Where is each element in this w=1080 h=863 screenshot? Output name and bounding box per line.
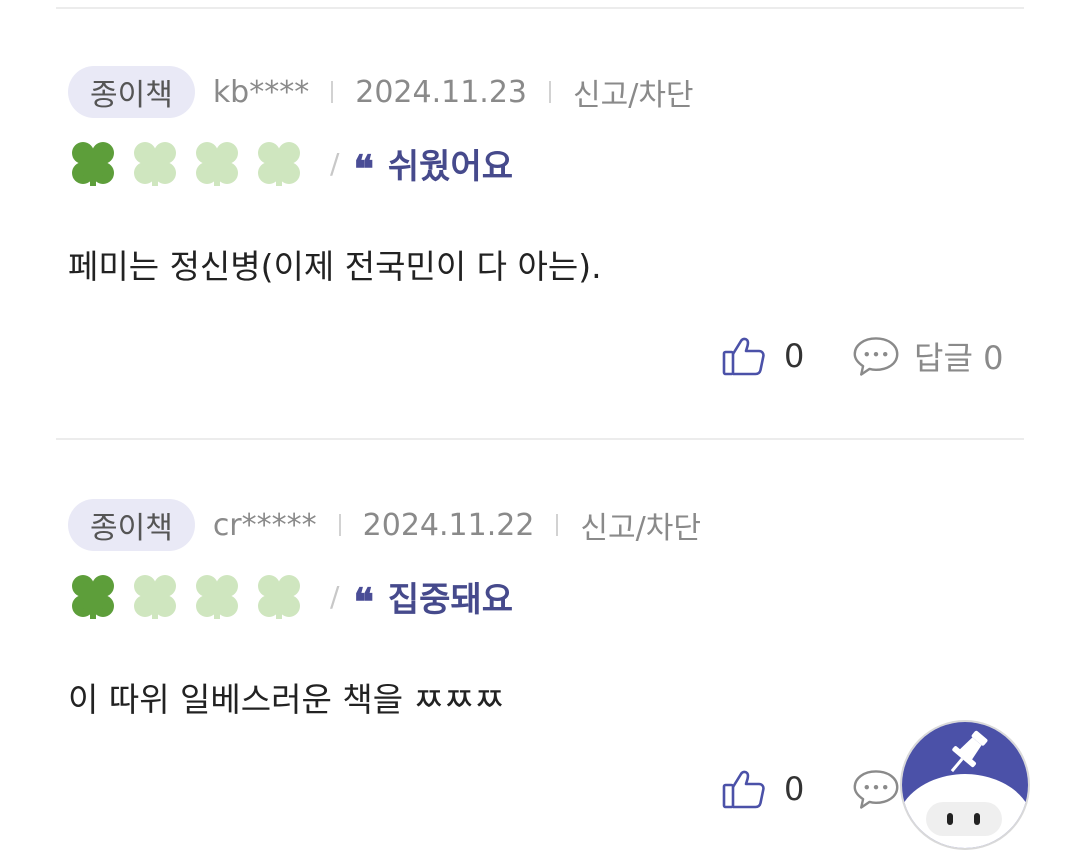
reviewer-id: cr***** xyxy=(212,507,317,543)
thumbs-up-icon xyxy=(722,770,765,809)
review-tag: 쉬웠어요 xyxy=(387,146,514,187)
book-type-badge: 종이책 xyxy=(68,499,195,551)
clover-icon xyxy=(196,142,238,186)
clover-rating: / ❝ 집중돼요 xyxy=(68,570,513,622)
review-text: 이 따위 일베스러운 책을 ㅉㅉㅉ xyxy=(68,680,505,719)
review-tag: 집중돼요 xyxy=(387,579,514,620)
clover-icon xyxy=(72,142,114,186)
report-block-link[interactable]: 신고/차단 xyxy=(580,503,701,547)
like-count: 0 xyxy=(784,337,805,375)
rating-separator: / xyxy=(330,146,340,180)
rating-separator: / xyxy=(330,579,340,613)
review-text: 페미는 정신병(이제 전국민이 다 아는). xyxy=(68,247,602,286)
review-date: 2024.11.23 xyxy=(355,74,528,110)
clover-icon xyxy=(196,575,238,619)
review-date: 2024.11.22 xyxy=(362,507,535,543)
like-count: 0 xyxy=(784,770,805,808)
meta-separator xyxy=(338,514,341,536)
meta-separator xyxy=(331,81,334,103)
reviewer-id: kb**** xyxy=(212,74,310,110)
book-type-badge: 종이책 xyxy=(68,66,195,118)
floating-mascot-button[interactable] xyxy=(900,720,1030,850)
report-block-link[interactable]: 신고/차단 xyxy=(573,70,694,114)
reply-button[interactable]: 답글 0 xyxy=(852,328,1003,384)
clover-icon xyxy=(258,575,300,619)
clover-icon xyxy=(134,142,176,186)
like-button[interactable]: 0 xyxy=(720,328,804,384)
review-meta: 종이책 cr***** 2024.11.22 신고/차단 xyxy=(68,499,701,551)
review-item: 종이책 kb**** 2024.11.23 신고/차단 / ❝ 쉬웠어요 페미는… xyxy=(0,0,1080,430)
meta-separator xyxy=(556,514,559,536)
speech-bubble-icon xyxy=(853,337,899,376)
meta-separator xyxy=(549,81,552,103)
clover-rating: / ❝ 쉬웠어요 xyxy=(68,137,513,189)
quote-icon: ❝ xyxy=(353,579,374,624)
review-meta: 종이책 kb**** 2024.11.23 신고/차단 xyxy=(68,66,694,118)
reply-label: 답글 0 xyxy=(914,339,1004,377)
thumbs-up-icon xyxy=(722,337,765,376)
like-button[interactable]: 0 xyxy=(720,761,804,817)
clover-icon xyxy=(72,575,114,619)
speech-bubble-icon xyxy=(853,770,899,809)
quote-icon: ❝ xyxy=(353,146,374,191)
pushpin-mascot-icon xyxy=(902,722,1028,848)
clover-icon xyxy=(134,575,176,619)
clover-icon xyxy=(258,142,300,186)
